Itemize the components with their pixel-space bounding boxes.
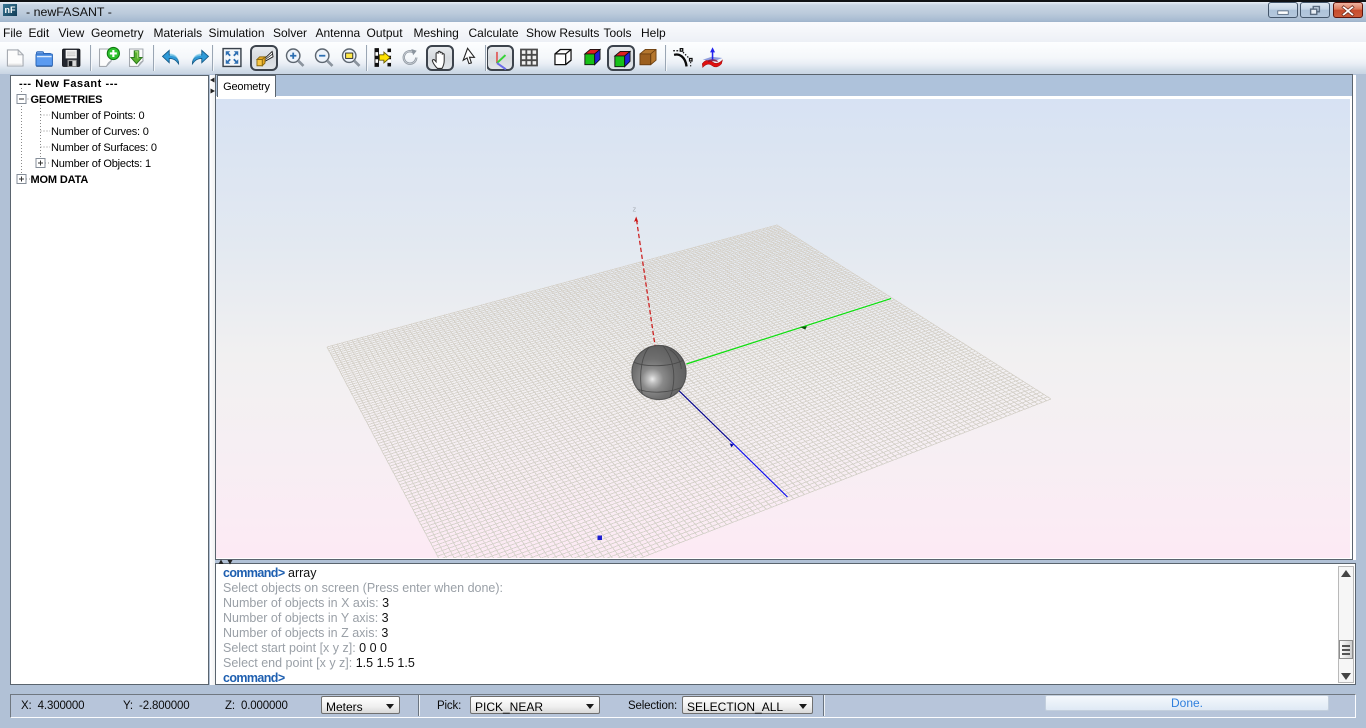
- svg-text:z: z: [633, 205, 637, 214]
